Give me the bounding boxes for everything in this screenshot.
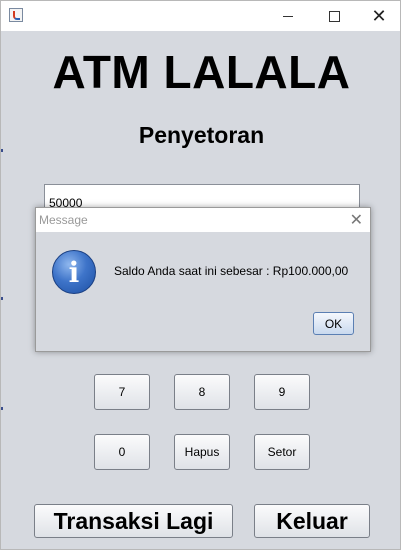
clear-button[interactable]: Hapus [174, 434, 230, 470]
message-dialog: Message ✕ i Saldo Anda saat ini sebesar … [35, 207, 371, 352]
dialog-title: Message [39, 213, 88, 227]
info-icon: i [52, 250, 96, 294]
window-titlebar: ✕ [1, 1, 400, 31]
dialog-titlebar: Message ✕ [36, 208, 370, 232]
close-icon: ✕ [371, 5, 387, 27]
atm-window: ✕ ATM LALALA Penyetoran 7 8 9 0 Hapus Se… [0, 0, 401, 550]
edge-mark [1, 407, 3, 410]
java-app-icon [9, 8, 23, 22]
deposit-button[interactable]: Setor [254, 434, 310, 470]
maximize-button[interactable] [311, 1, 357, 31]
dialog-message: Saldo Anda saat ini sebesar : Rp100.000,… [114, 264, 349, 278]
key-7-button[interactable]: 7 [94, 374, 150, 410]
new-transaction-button[interactable]: Transaksi Lagi [34, 504, 233, 538]
edge-mark [1, 297, 3, 300]
app-title: ATM LALALA [52, 46, 351, 98]
minimize-icon [283, 15, 293, 17]
dialog-close-icon[interactable]: ✕ [350, 210, 363, 229]
close-button[interactable]: ✕ [356, 1, 402, 31]
ok-button[interactable]: OK [313, 312, 354, 335]
maximize-icon [328, 10, 340, 22]
exit-button[interactable]: Keluar [254, 504, 370, 538]
key-0-button[interactable]: 0 [94, 434, 150, 470]
key-8-button[interactable]: 8 [174, 374, 230, 410]
minimize-button[interactable] [265, 1, 311, 31]
edge-mark [1, 149, 3, 152]
page-subtitle: Penyetoran [138, 122, 265, 148]
key-9-button[interactable]: 9 [254, 374, 310, 410]
